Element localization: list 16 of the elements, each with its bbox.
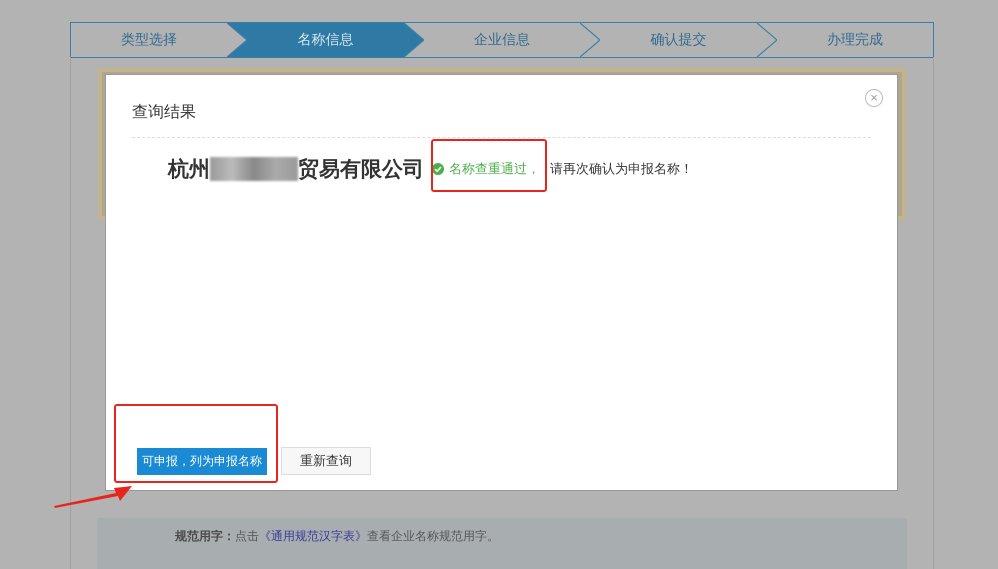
status-text: 名称查重通过 bbox=[449, 161, 527, 178]
step-tab[interactable]: 确认提交 bbox=[600, 23, 757, 57]
confirm-message: 请再次确认为申报名称！ bbox=[550, 161, 693, 178]
close-button[interactable]: × bbox=[865, 89, 883, 107]
comma-text: ， bbox=[527, 161, 540, 178]
step-tab[interactable]: 办理完成 bbox=[776, 23, 934, 57]
dialog-title: 查询结果 bbox=[132, 102, 871, 138]
company-name-suffix: 贸易有限公司 bbox=[298, 156, 424, 183]
step-tab[interactable]: 企业信息 bbox=[424, 23, 580, 57]
requery-button[interactable]: 重新查询 bbox=[281, 447, 371, 475]
charset-link[interactable]: 《通用规范汉字表》 bbox=[259, 529, 367, 544]
step-tab[interactable]: 类型选择 bbox=[71, 23, 228, 57]
company-name-prefix: 杭州 bbox=[168, 156, 210, 183]
help-text: 规范用字：点击《通用规范汉字表》查看企业名称规范用字。 bbox=[175, 528, 500, 546]
check-icon bbox=[432, 163, 444, 175]
confirm-button[interactable]: 可申报，列为申报名称 bbox=[137, 448, 267, 474]
